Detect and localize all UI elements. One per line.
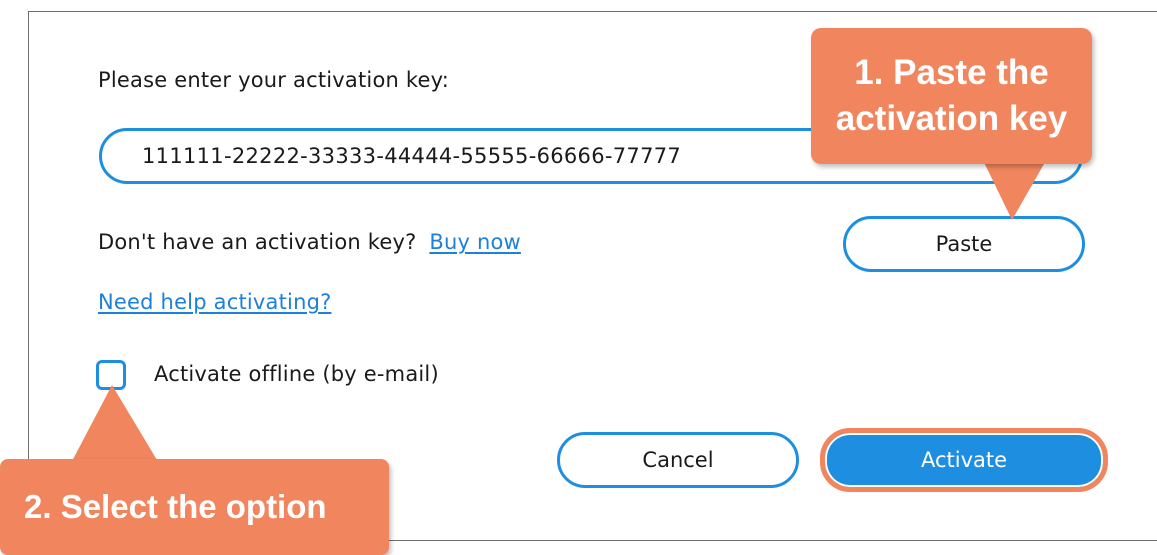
activate-offline-label: Activate offline (by e-mail) (154, 362, 439, 386)
callout-select-option: 2. Select the option (0, 459, 389, 555)
buy-now-link[interactable]: Buy now (429, 230, 521, 254)
cancel-button[interactable]: Cancel (557, 432, 799, 488)
callout-1-line-2: activation key (835, 99, 1068, 138)
activation-key-prompt: Please enter your activation key: (98, 68, 449, 92)
callout-1-line-1: 1. Paste the (854, 53, 1049, 92)
no-key-text: Don't have an activation key? (98, 230, 417, 254)
callout-2-pointer (70, 385, 160, 465)
need-help-link[interactable]: Need help activating? (98, 290, 331, 314)
no-key-line: Don't have an activation key? Buy now (98, 230, 521, 254)
activate-button[interactable]: Activate (820, 428, 1108, 492)
callout-paste-key: 1. Paste the activation key (811, 28, 1092, 164)
